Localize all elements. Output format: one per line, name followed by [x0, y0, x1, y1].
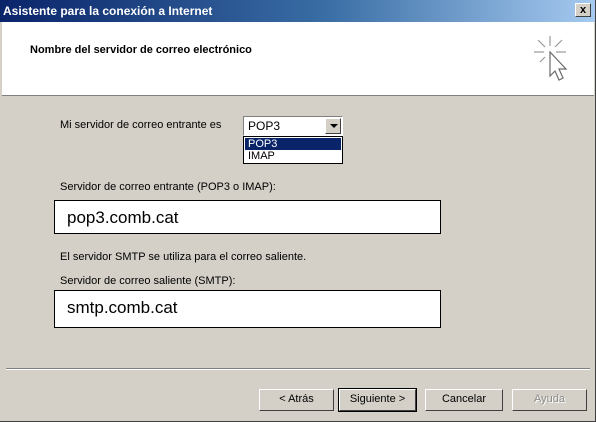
close-button[interactable]: x — [575, 3, 591, 17]
page-title: Nombre del servidor de correo electrónic… — [30, 44, 252, 56]
outgoing-server-label: Servidor de correo saliente (SMTP): — [60, 275, 236, 287]
wizard-pointer-icon — [534, 36, 568, 81]
dropdown-arrow-button[interactable] — [325, 118, 341, 134]
window-title: Asistente para la conexión a Internet — [3, 4, 213, 18]
title-bar[interactable]: Asistente para la conexión a Internet x — [0, 0, 595, 22]
incoming-type-value: POP3 — [248, 119, 281, 133]
cancel-button[interactable]: Cancelar — [425, 389, 503, 411]
close-icon: x — [579, 4, 587, 16]
help-button: Ayuda — [512, 389, 587, 411]
smtp-note: El servidor SMTP se utiliza para el corr… — [60, 251, 307, 263]
incoming-server-field[interactable]: pop3.comb.cat — [54, 200, 441, 234]
back-button[interactable]: < Atrás — [259, 389, 334, 411]
incoming-type-options: POP3 IMAP — [243, 136, 343, 164]
incoming-type-label: Mi servidor de correo entrante es — [60, 119, 222, 131]
incoming-server-value: pop3.comb.cat — [67, 208, 179, 227]
outgoing-server-field[interactable]: smtp.comb.cat — [54, 290, 441, 328]
chevron-down-icon — [330, 124, 338, 128]
outgoing-server-value: smtp.comb.cat — [67, 298, 178, 317]
option-pop3[interactable]: POP3 — [245, 138, 341, 150]
option-imap[interactable]: IMAP — [245, 150, 341, 162]
incoming-server-label: Servidor de correo entrante (POP3 o IMAP… — [60, 181, 276, 193]
footer-divider — [6, 368, 590, 370]
wizard-header: Nombre del servidor de correo electrónic… — [2, 22, 594, 96]
wizard-dialog: Asistente para la conexión a Internet x … — [0, 0, 596, 422]
next-button[interactable]: Siguiente > — [338, 388, 417, 412]
incoming-type-select[interactable]: POP3 — [243, 116, 343, 136]
